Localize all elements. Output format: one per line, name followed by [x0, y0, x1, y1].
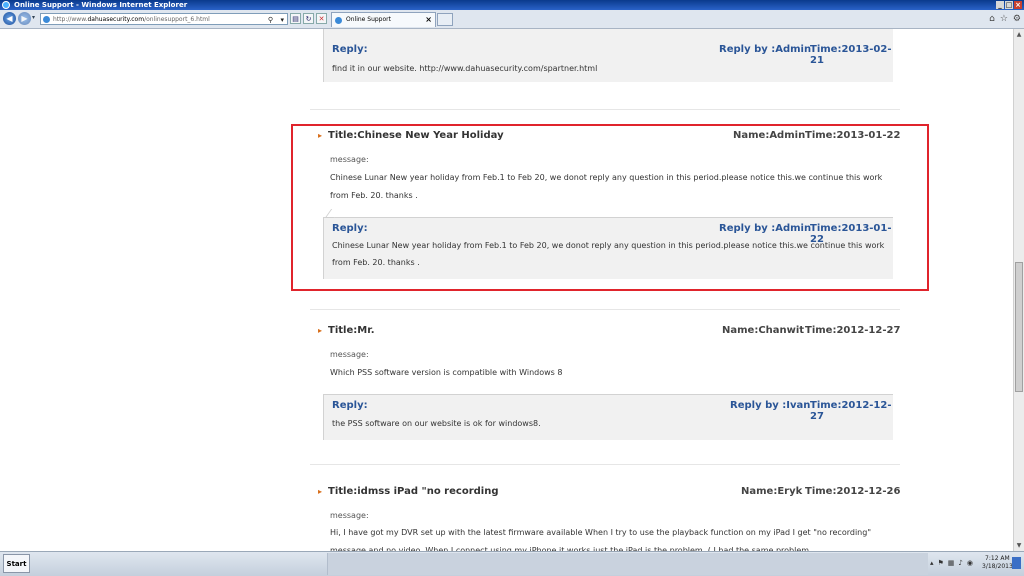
address-buttons: ▤ ↻ ✕ [290, 13, 327, 24]
address-bar[interactable]: http://www.dahuasecurity.com/onlinesuppo… [40, 13, 288, 25]
refresh-icon[interactable]: ↻ [303, 13, 314, 24]
message-label: message: [330, 350, 369, 359]
post-bullet-icon: ▸ [318, 487, 323, 496]
site-favicon-icon [43, 16, 50, 23]
volume-icon[interactable]: ♪ [958, 554, 962, 572]
post-divider [310, 309, 900, 310]
vertical-scrollbar[interactable]: ▲ ▼ [1013, 29, 1024, 551]
reply-box: Reply: Reply by :Ivan Time:2012-12-27 th… [323, 394, 893, 440]
home-icon[interactable]: ⌂ [989, 14, 995, 24]
address-path: /onlinesupport_6.html [144, 16, 210, 23]
window-titlebar: Online Support - Windows Internet Explor… [0, 0, 1024, 10]
stop-icon[interactable]: ✕ [316, 13, 327, 24]
tray-expand-icon[interactable]: ▴ [930, 554, 934, 572]
system-tray: ▴ ⚑ ▦ ♪ ◉ [930, 554, 973, 572]
taskbar: Start ▴ ⚑ ▦ ♪ ◉ 7:12 AM 3/18/2013 [0, 551, 1024, 576]
post-bullet-icon: ▸ [318, 326, 323, 335]
post-divider [310, 464, 900, 465]
taskbar-window-button[interactable] [327, 553, 928, 575]
network-icon[interactable]: ▦ [948, 554, 955, 572]
window-controls: _ □ × [996, 0, 1022, 9]
compat-view-icon[interactable]: ▤ [290, 13, 301, 24]
tab-label: Online Support [346, 16, 391, 23]
post-author: Name:Eryk [741, 486, 803, 497]
scroll-down-icon[interactable]: ▼ [1015, 541, 1023, 550]
post-time: Time:2012-12-26 [805, 486, 901, 497]
start-label: Start [6, 560, 27, 568]
start-button[interactable]: Start [3, 554, 30, 573]
history-dropdown-icon[interactable]: ▾ [32, 14, 35, 21]
reply-time: Time:2013-02-21 [810, 44, 892, 66]
browser-right-controls: ⌂ ☆ ⚙ [989, 14, 1021, 24]
post-title: Title:idmss iPad "no recording [328, 486, 499, 497]
reply-text: the PSS software on our website is ok fo… [332, 419, 541, 428]
reply-label: Reply: [332, 400, 368, 411]
address-domain: dahuasecurity.com [87, 16, 145, 23]
favorites-star-icon[interactable]: ☆ [1000, 14, 1008, 24]
post-title: Title:Mr. [328, 325, 375, 336]
back-icon[interactable]: ◀ [3, 12, 16, 25]
address-prefix: http://www. [53, 16, 88, 23]
page-viewport: Reply: Reply by :Admin Time:2013-02-21 f… [0, 29, 1013, 551]
window-title: Online Support - Windows Internet Explor… [14, 1, 188, 9]
minimize-icon[interactable]: _ [996, 1, 1004, 9]
show-desktop-button[interactable] [1012, 557, 1021, 569]
close-icon[interactable]: × [1014, 1, 1022, 9]
shield-icon[interactable]: ◉ [967, 554, 973, 572]
scroll-up-icon[interactable]: ▲ [1015, 30, 1023, 39]
new-tab-button[interactable] [437, 13, 453, 26]
reply-by: Reply by :Admin [719, 44, 812, 55]
action-center-icon[interactable]: ⚑ [938, 554, 944, 572]
tab-close-icon[interactable]: × [425, 13, 432, 27]
message-text: Hi, I have got my DVR set up with the la… [330, 528, 871, 551]
message-text: Which PSS software version is compatible… [330, 368, 563, 377]
maximize-icon[interactable]: □ [1005, 1, 1013, 9]
reply-box: Reply: Reply by :Admin Time:2013-02-21 f… [323, 29, 893, 82]
message-label: message: [330, 511, 369, 520]
tab-online-support[interactable]: Online Support × [331, 12, 436, 27]
forward-icon[interactable]: ▶ [18, 12, 31, 25]
post-time: Time:2012-12-27 [805, 325, 901, 336]
tab-favicon-icon [335, 17, 342, 24]
reply-label: Reply: [332, 44, 368, 55]
gear-icon[interactable]: ⚙ [1013, 14, 1021, 24]
clock[interactable]: 7:12 AM 3/18/2013 [982, 555, 1013, 571]
reply-text: find it in our website. http://www.dahua… [332, 64, 598, 73]
post-author: Name:Chanwit [722, 325, 805, 336]
ie-logo-icon [2, 1, 10, 9]
post-divider [310, 109, 900, 110]
reply-by: Reply by :Ivan [730, 400, 811, 411]
highlight-box [291, 124, 929, 291]
reply-time: Time:2012-12-27 [810, 400, 892, 422]
scroll-thumb[interactable] [1015, 262, 1023, 392]
search-icon[interactable]: ⚲ [268, 14, 273, 24]
address-dropdown-icon[interactable]: ▾ [280, 14, 284, 24]
browser-navbar: ◀ ▶ ▾ http://www.dahuasecurity.com/onlin… [0, 10, 1024, 29]
clock-time: 7:12 AM [985, 555, 1010, 562]
clock-date: 3/18/2013 [982, 563, 1013, 570]
